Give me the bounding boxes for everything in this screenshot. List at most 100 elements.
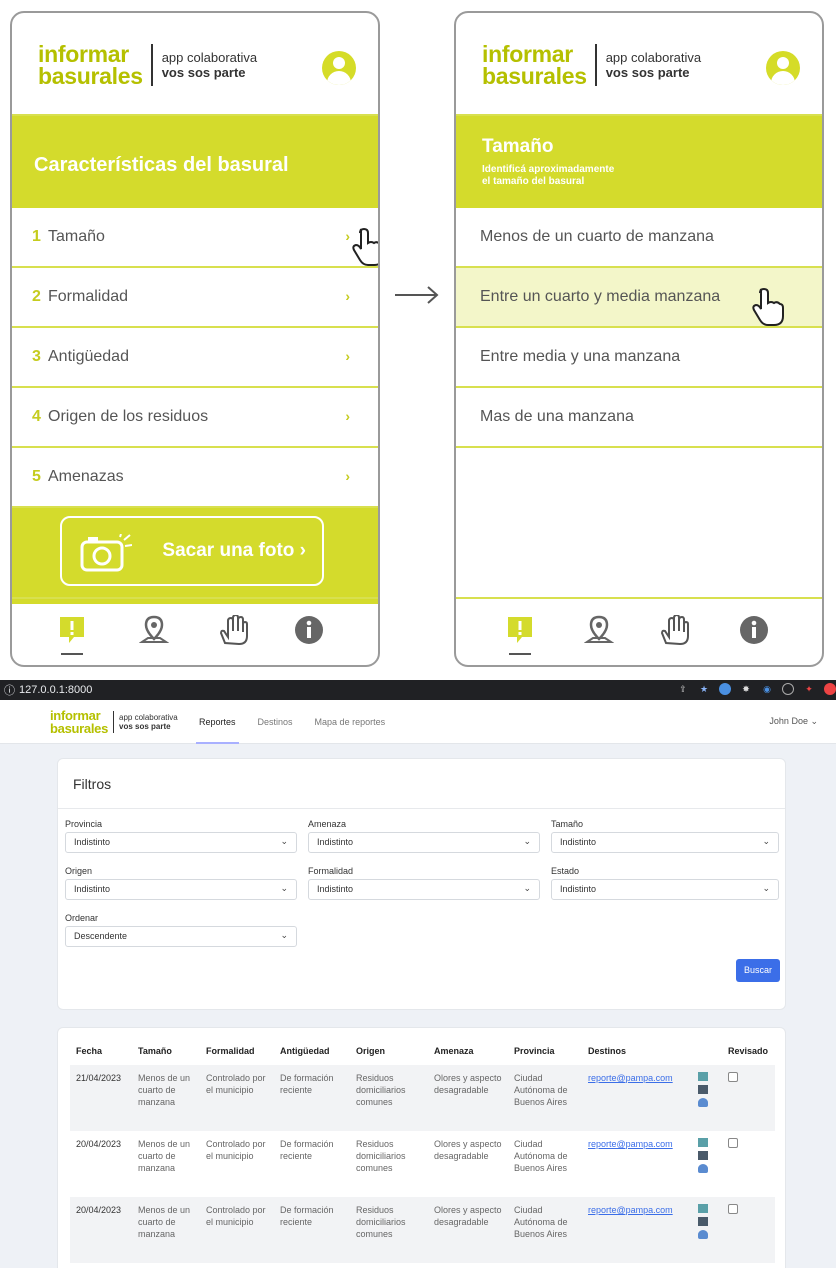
nav-destinos[interactable]: Destinos [247, 700, 304, 744]
cell-destino: reporte@pampa.com [582, 1065, 692, 1131]
cell-revisado [722, 1197, 775, 1263]
hand-icon[interactable] [217, 615, 257, 645]
option-label: Entre un cuarto y media manzana [480, 288, 721, 305]
logo-separator [113, 711, 115, 733]
cell-provincia: Ciudad Autónoma de Buenos Aires [514, 1139, 568, 1173]
report-icon[interactable] [57, 615, 87, 645]
cell-tamano: Menos de un cuarto de manzana [132, 1065, 200, 1131]
option-label: Menos de un cuarto de manzana [480, 228, 714, 245]
nav-mapa[interactable]: Mapa de reportes [304, 700, 397, 744]
section-header: Tamaño Identificá aproximadamente el tam… [456, 116, 822, 208]
user-icon[interactable] [698, 1098, 708, 1107]
chevron-down-icon: ⌄ [523, 883, 531, 893]
list-item-formalidad[interactable]: 2 Formalidad › [12, 268, 378, 328]
filter-label: Formalidad [308, 866, 354, 876]
item-label: Tamaño [48, 228, 105, 245]
reviewed-checkbox[interactable] [728, 1204, 738, 1214]
list-item-amenazas[interactable]: 5 Amenazas › [12, 448, 378, 508]
section-title: Tamaño [482, 136, 554, 157]
phone-size-options: informar basurales app colaborativa vos … [454, 11, 824, 667]
list-item-origen[interactable]: 4 Origen de los residuos › [12, 388, 378, 448]
provincia-select[interactable]: Indistinto ⌄ [65, 832, 297, 853]
profile-icon[interactable] [824, 683, 836, 695]
share-icon[interactable]: ⇪ [677, 683, 689, 695]
option-label: Entre media y una manzana [480, 348, 681, 365]
audio-icon[interactable]: ◉ [761, 683, 773, 695]
item-label: Amenazas [48, 468, 124, 485]
tamano-select[interactable]: Indistinto ⌄ [551, 832, 779, 853]
user-menu[interactable]: John Doe ⌄ [769, 716, 818, 727]
search-button[interactable]: Buscar [736, 959, 780, 982]
column-header: Tamaño [138, 1046, 172, 1056]
map-icon[interactable] [698, 1204, 708, 1213]
reviewed-checkbox[interactable] [728, 1072, 738, 1082]
estado-select[interactable]: Indistinto ⌄ [551, 879, 779, 900]
photo-icon[interactable] [698, 1151, 708, 1160]
filter-origen: Origen Indistinto ⌄ [65, 866, 297, 900]
pin-icon[interactable]: ✦ [803, 683, 815, 695]
user-profile-icon[interactable] [322, 51, 356, 85]
app-logo: informar basurales app colaborativa vos … [38, 43, 258, 88]
section-title: Características del basural [34, 154, 289, 176]
destino-link[interactable]: reporte@pampa.com [588, 1139, 673, 1149]
user-icon[interactable] [698, 1230, 708, 1239]
nav-reportes[interactable]: Reportes [188, 700, 247, 744]
phone-characteristics: informar basurales app colaborativa vos … [10, 11, 380, 667]
logo-tagline: app colaborativa vos sos parte [119, 713, 178, 731]
photo-icon[interactable] [698, 1217, 708, 1226]
star-icon[interactable]: ★ [698, 683, 710, 695]
app-header: informar basurales app colaborativa vos … [456, 13, 822, 116]
cell-revisado [722, 1131, 775, 1197]
logo-tagline: app colaborativa vos sos parte [161, 50, 258, 80]
cell-formalidad: Controlado por el municipio [200, 1197, 274, 1263]
map-icon[interactable] [698, 1072, 708, 1081]
filter-tamano: Tamaño Indistinto ⌄ [551, 819, 779, 853]
map-icon[interactable] [698, 1138, 708, 1147]
map-pin-icon[interactable] [139, 615, 169, 645]
site-logo[interactable]: informar basurales app colaborativa vos … [50, 709, 178, 735]
info-icon[interactable] [294, 615, 324, 645]
destino-link[interactable]: reporte@pampa.com [588, 1073, 673, 1083]
bottom-nav [12, 597, 378, 665]
app-logo: informar basurales app colaborativa vos … [482, 41, 701, 89]
take-photo-button[interactable]: Sacar una foto › [60, 516, 324, 586]
photo-icon[interactable] [698, 1085, 708, 1094]
reviewed-checkbox[interactable] [728, 1138, 738, 1148]
puzzle-icon[interactable]: ✸ [740, 683, 752, 695]
destino-link[interactable]: reporte@pampa.com [588, 1205, 673, 1215]
item-number: 1 [32, 228, 41, 245]
info-icon[interactable] [739, 615, 769, 645]
logo-separator [150, 44, 153, 86]
option-half-one[interactable]: Entre media y una manzana [456, 328, 822, 388]
option-more-one[interactable]: Mas de una manzana [456, 388, 822, 448]
option-less-quarter[interactable]: Menos de un cuarto de manzana [456, 208, 822, 268]
column-header: Formalidad [206, 1046, 255, 1056]
app-header: informar basurales app colaborativa vos … [12, 13, 378, 116]
report-icon[interactable] [505, 615, 535, 645]
chevron-down-icon: ⌄ [762, 883, 770, 893]
filters-card: Filtros Provincia Indistinto ⌄ Amenaza In… [57, 758, 786, 1010]
item-number: 5 [32, 468, 41, 485]
formalidad-select[interactable]: Indistinto ⌄ [308, 879, 540, 900]
chevron-down-icon: ⌄ [280, 930, 288, 940]
origen-select[interactable]: Indistinto ⌄ [65, 879, 297, 900]
bottom-nav [456, 597, 822, 665]
extension-icon[interactable] [719, 683, 731, 695]
user-icon[interactable] [698, 1164, 708, 1173]
section-header: Características del basural [12, 116, 378, 208]
photo-section: Sacar una foto › [12, 508, 378, 604]
hand-icon[interactable] [658, 615, 698, 645]
map-pin-icon[interactable] [584, 615, 614, 645]
column-header: Fecha [76, 1046, 103, 1056]
list-item-antiguedad[interactable]: 3 Antigüedad › [12, 328, 378, 388]
logo-main: informar basurales [482, 41, 587, 89]
extensions-area: ⇪ ★ ✸ ◉ ✦ [677, 683, 836, 695]
address-bar[interactable]: 127.0.0.1:8000 [19, 684, 92, 696]
user-profile-icon[interactable] [766, 51, 800, 85]
cell-amenaza: Olores y aspecto desagradable [434, 1139, 502, 1161]
amenaza-select[interactable]: Indistinto ⌄ [308, 832, 540, 853]
record-icon[interactable] [782, 683, 794, 695]
list-item-tamano[interactable]: 1 Tamaño › [12, 208, 378, 268]
camera-icon [80, 534, 132, 572]
ordenar-select[interactable]: Descendente ⌄ [65, 926, 297, 947]
